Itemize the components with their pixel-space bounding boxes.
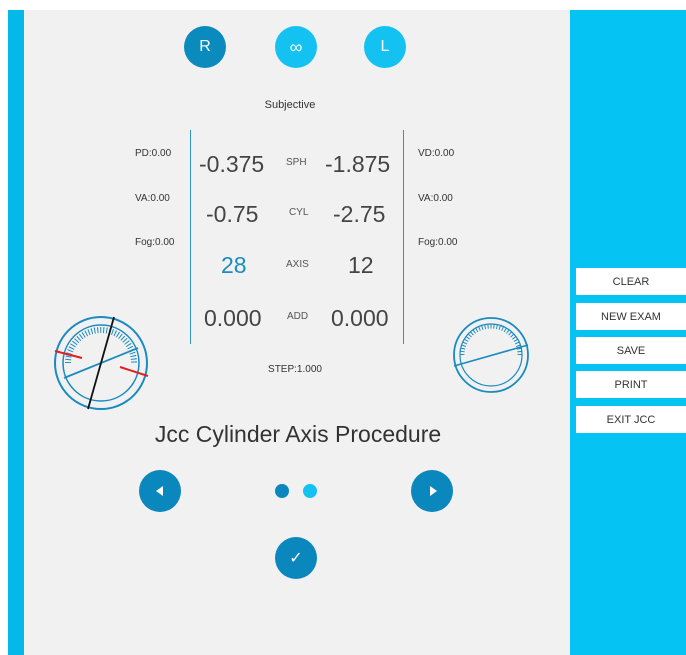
new-exam-button[interactable]: NEW EXAM bbox=[576, 303, 686, 330]
page-indicator-dot-active bbox=[275, 484, 289, 498]
arrow-right-icon bbox=[429, 486, 437, 496]
check-icon: ✓ bbox=[289, 550, 303, 567]
right-axis-dial bbox=[453, 317, 529, 393]
previous-step-button[interactable] bbox=[139, 470, 181, 512]
left-axis-dial bbox=[54, 316, 149, 410]
procedure-title: Jcc Cylinder Axis Procedure bbox=[154, 421, 442, 447]
next-step-button[interactable] bbox=[411, 470, 453, 512]
confirm-button[interactable]: ✓ bbox=[275, 537, 317, 579]
save-button[interactable]: SAVE bbox=[576, 337, 686, 364]
clear-button[interactable]: CLEAR bbox=[576, 268, 686, 295]
page-indicator-dot bbox=[303, 484, 317, 498]
arrow-left-icon bbox=[155, 486, 163, 496]
exit-jcc-button[interactable]: EXIT JCC bbox=[576, 406, 686, 433]
print-button[interactable]: PRINT bbox=[576, 371, 686, 398]
